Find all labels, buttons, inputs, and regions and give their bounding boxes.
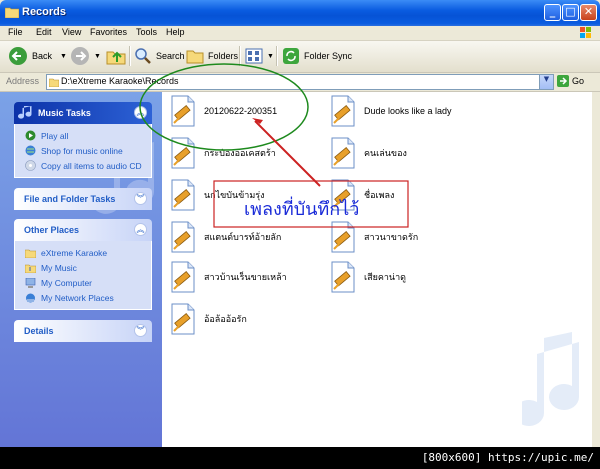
annotation-arrow — [254, 120, 321, 187]
annotation-overlay — [139, 63, 409, 228]
highlight-circle — [139, 63, 309, 151]
explorer-window: Records _ □ ✕ File Edit View Favorites T… — [0, 0, 600, 447]
watermark-text: [800x600] https://upic.me/ — [421, 451, 594, 464]
annotation-text: เพลงที่บันทึกไว้ — [244, 199, 360, 220]
